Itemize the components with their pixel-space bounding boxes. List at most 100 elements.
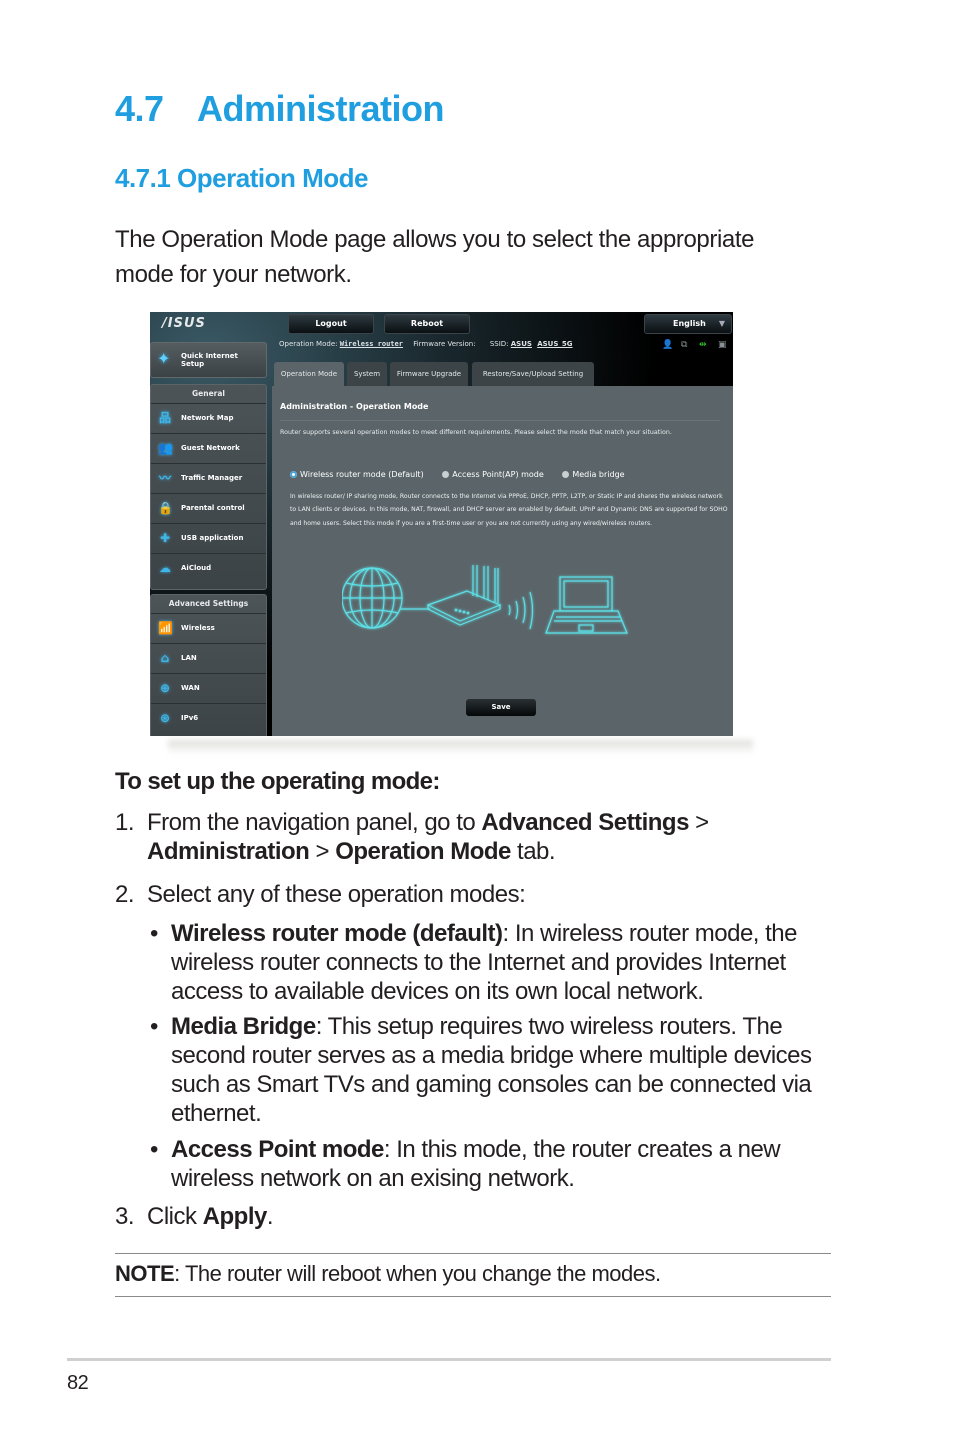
cloud-icon: ☁ [159, 561, 171, 575]
step-2: 2. Select any of these operation modes: [115, 880, 835, 910]
language-select[interactable]: English ▼ [644, 314, 732, 334]
sidebar-item-network-map[interactable]: 品 Network Map [151, 403, 266, 433]
globe-icon: ⊕ [159, 681, 171, 695]
note-label: NOTE [115, 1261, 175, 1286]
router-illustration-icon [426, 565, 502, 626]
bold-operation-mode: Operation Mode [335, 838, 511, 865]
router-ui-screenshot: /ISUS Logout Reboot English ▼ ✦ Quick In… [150, 312, 733, 736]
section-title: Administration [197, 88, 445, 129]
reboot-button[interactable]: Reboot [384, 314, 470, 334]
sidebar-item-label: Guest Network [181, 444, 240, 452]
copy-status-icon[interactable]: ⧉ [681, 340, 687, 350]
mode-radio-group: Wireless router mode (Default) Access Po… [290, 470, 641, 479]
bullet-bold: Access Point mode [171, 1136, 384, 1163]
text: . [266, 1203, 274, 1230]
client-status-icon[interactable]: 👤 [662, 340, 673, 350]
chevron-down-icon: ▼ [718, 319, 725, 328]
step-number: 2. [115, 881, 135, 908]
operation-mode-link[interactable]: Wireless router [340, 340, 403, 348]
ssid-label: SSID: [489, 340, 509, 348]
bullet-dot: • [150, 1136, 158, 1163]
note: NOTE: The router will reboot when you ch… [115, 1261, 661, 1287]
sidebar-item-label: AiCloud [181, 564, 212, 572]
step-text: From the navigation panel, go to Advance… [147, 808, 837, 866]
bold-advanced-settings: Advanced Settings [481, 809, 689, 836]
bullet-text: Wireless router mode (default): In wirel… [171, 919, 841, 1006]
sidebar-item-parental-control[interactable]: 🔒 Parental control [151, 493, 266, 523]
firmware-version-label: Firmware Version: [413, 340, 476, 348]
subsection-heading: 4.7.1 Operation Mode [115, 163, 368, 193]
radio-wireless-router-mode[interactable]: Wireless router mode (Default) [290, 470, 424, 479]
asus-logo: /ISUS [162, 316, 206, 331]
language-value: English [673, 319, 706, 328]
wifi-icon: 📶 [158, 621, 173, 635]
bullet-text: Media Bridge: This setup requires two wi… [171, 1012, 841, 1128]
step-text: Click Apply. [147, 1202, 837, 1231]
tab-system[interactable]: System [347, 362, 387, 386]
network-illustration [342, 565, 628, 634]
bold-apply: Apply [202, 1203, 268, 1230]
mode-description: In wireless router/ IP sharing mode, Rou… [290, 493, 728, 527]
sidebar-item-aicloud[interactable]: ☁ AiCloud [151, 553, 266, 583]
sidebar-advanced-header: Advanced Settings [168, 599, 249, 608]
sidebar-item-wireless[interactable]: 📶 Wireless [151, 613, 266, 643]
sidebar-item-label: Traffic Manager [181, 474, 243, 482]
sidebar-item-label: Wireless [181, 624, 215, 632]
lock-icon: 🔒 [158, 501, 173, 515]
laptop-illustration-icon [545, 576, 628, 634]
sidebar-general: General 品 Network Map 👥 Guest Network 〰 … [150, 384, 267, 590]
sidebar-item-guest-network[interactable]: 👥 Guest Network [151, 433, 266, 463]
sidebar-advanced: Advanced Settings 📶 Wireless ⌂ LAN ⊕ WAN… [150, 594, 267, 736]
section-heading: 4.7 Administration [115, 88, 445, 130]
sidebar-item-traffic-manager[interactable]: 〰 Traffic Manager [151, 463, 266, 493]
bullet-bold: Media Bridge [171, 1013, 316, 1040]
step-1: 1. From the navigation panel, go to Adva… [115, 808, 835, 868]
tab-restore-save-upload[interactable]: Restore/Save/Upload Setting [472, 362, 594, 386]
bullet-bold: Wireless router mode (default) [171, 920, 503, 947]
sidebar-item-usb-application[interactable]: ✚ USB application [151, 523, 266, 553]
operation-mode-panel: Administration - Operation Mode Router s… [272, 386, 733, 736]
radio-label: Wireless router mode (Default) [300, 470, 424, 479]
sidebar-item-lan[interactable]: ⌂ LAN [151, 643, 266, 673]
step-3: 3. Click Apply. [115, 1202, 835, 1232]
radio-media-bridge[interactable]: Media bridge [562, 470, 625, 479]
ssid-2g-link[interactable]: ASUS [511, 340, 532, 348]
bullet-dot: • [150, 920, 158, 947]
sidebar-item-label: LAN [181, 654, 197, 662]
bullet-dot: • [150, 1013, 158, 1040]
traffic-manager-icon: 〰 [158, 471, 171, 485]
radio-access-point-mode[interactable]: Access Point(AP) mode [442, 470, 544, 479]
home-icon: ⌂ [160, 651, 170, 665]
bullet-media-bridge: • Media Bridge: This setup requires two … [150, 1012, 840, 1132]
printer-status-icon[interactable]: ▣ [718, 340, 727, 350]
sidebar-item-label: Parental control [181, 504, 245, 512]
text: > [688, 809, 709, 836]
status-bar: Operation Mode: Wireless router Firmware… [279, 340, 573, 348]
sidebar-item-wan[interactable]: ⊕ WAN [151, 673, 266, 703]
puzzle-icon: ✚ [159, 531, 171, 545]
sidebar-general-header: General [192, 389, 225, 398]
save-button[interactable]: Save [466, 699, 536, 716]
steps-heading: To set up the operating mode: [115, 768, 440, 795]
radio-indicator [442, 471, 450, 478]
tab-firmware-upgrade[interactable]: Firmware Upgrade [390, 362, 468, 386]
text: From the navigation panel, go to [147, 809, 482, 836]
sidebar-item-label: USB application [181, 534, 244, 542]
sidebar-item-label: WAN [181, 684, 200, 692]
radio-indicator [562, 471, 570, 478]
logout-button[interactable]: Logout [288, 314, 374, 334]
step-number: 1. [115, 809, 135, 836]
radio-label: Media bridge [572, 470, 625, 479]
ssid-5g-link[interactable]: ASUS_5G [537, 340, 572, 348]
usb-status-icon[interactable]: ⇹ [699, 340, 707, 350]
tab-operation-mode[interactable]: Operation Mode [274, 362, 344, 386]
bold-administration: Administration [147, 838, 310, 865]
intro-paragraph: The Operation Mode page allows you to se… [115, 226, 755, 288]
page-number: 82 [67, 1372, 89, 1394]
step-text: Select any of these operation modes: [147, 881, 526, 908]
sidebar-item-ipv6[interactable]: ⊛ IPv6 [151, 703, 266, 733]
quick-internet-setup-button[interactable]: ✦ Quick Internet Setup [150, 342, 267, 378]
radio-label: Access Point(AP) mode [452, 470, 544, 479]
text: tab. [510, 838, 556, 865]
footer-rule [67, 1358, 831, 1361]
